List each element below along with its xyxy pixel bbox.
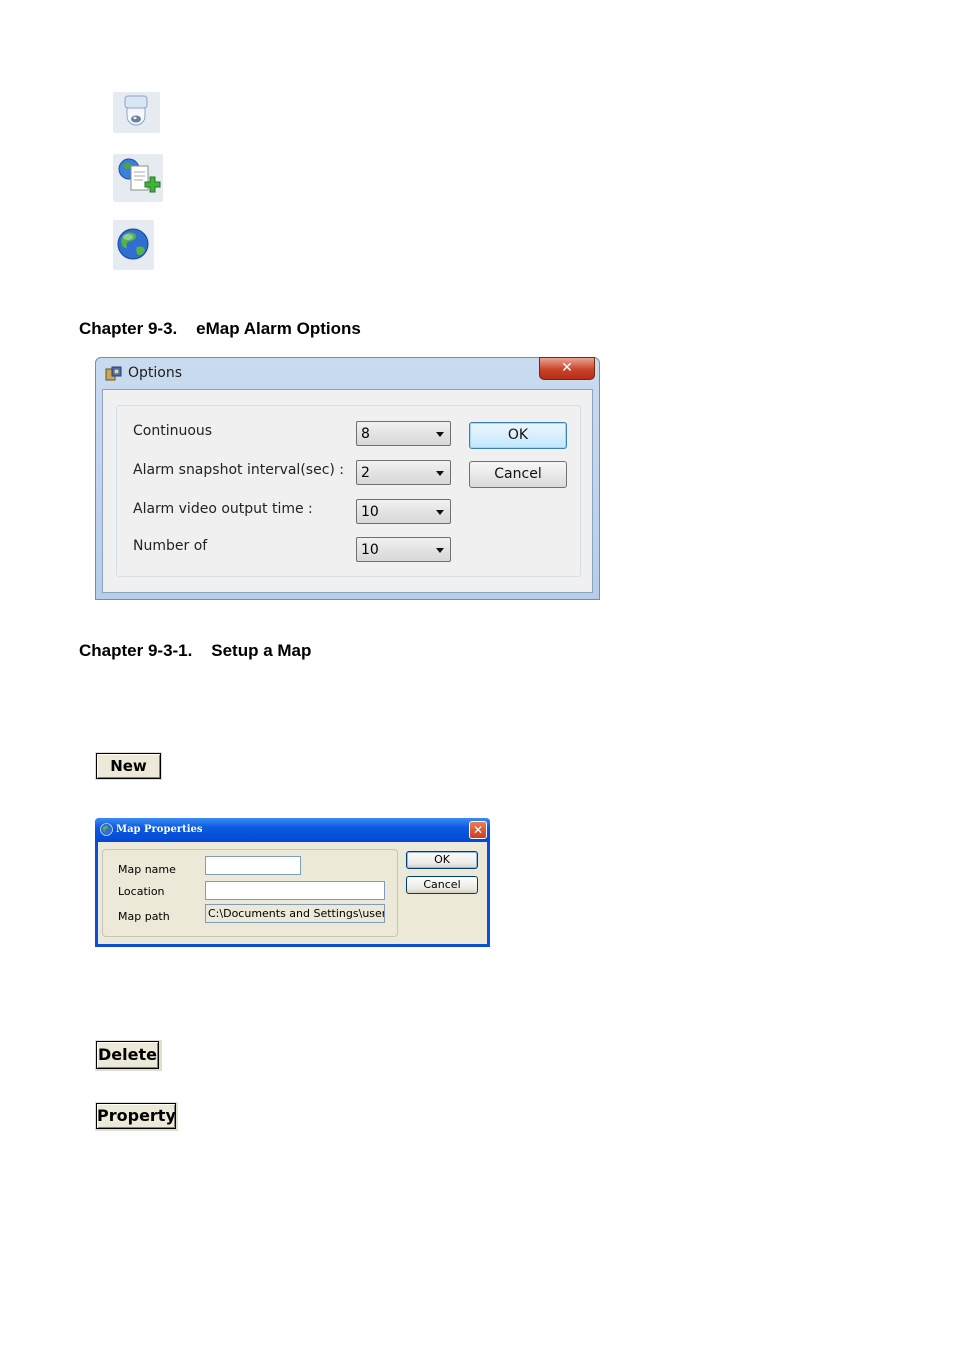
map-properties-title: Map Properties [116, 824, 203, 835]
map-properties-titlebar: Map Properties ✕ [95, 818, 490, 842]
video-output-time-select[interactable]: 10 [356, 499, 451, 524]
options-title: Options [128, 365, 183, 381]
close-icon[interactable]: ✕ [539, 357, 595, 380]
map-properties-group: Map name Location Map path C:\Documents … [102, 849, 398, 937]
continuous-label: Continuous [133, 423, 213, 439]
property-button-frame: Property [95, 1102, 178, 1131]
snapshot-interval-select[interactable]: 2 [356, 460, 451, 485]
delete-button[interactable]: Delete [96, 1041, 159, 1069]
continuous-select-value: 8 [361, 426, 370, 442]
options-dialog: Options ✕ Continuous Alarm snapshot inte… [95, 357, 600, 600]
snapshot-interval-select-value: 2 [361, 465, 370, 481]
map-name-label: Map name [118, 863, 176, 876]
cancel-button[interactable]: Cancel [469, 461, 567, 488]
map-name-field[interactable] [205, 856, 301, 875]
continuous-select[interactable]: 8 [356, 421, 451, 446]
options-app-icon [105, 366, 122, 387]
section-heading-alarm-options: Chapter 9-3. eMap Alarm Options [79, 319, 361, 338]
add-map-icon [113, 154, 163, 202]
chevron-down-icon [436, 432, 444, 437]
snapshot-interval-label: Alarm snapshot interval(sec) : [133, 462, 345, 478]
property-button[interactable]: Property [96, 1103, 176, 1129]
video-output-time-select-value: 10 [361, 504, 379, 520]
globe-icon [100, 823, 113, 841]
new-button[interactable]: New [96, 753, 161, 779]
location-label: Location [118, 885, 165, 898]
video-output-time-label: Alarm video output time : [133, 501, 313, 517]
chevron-down-icon [436, 471, 444, 476]
map-cancel-button[interactable]: Cancel [406, 876, 478, 894]
map-ok-button[interactable]: OK [406, 851, 478, 869]
chevron-down-icon [436, 510, 444, 515]
map-properties-dialog: Map Properties ✕ Map name Location Map p… [95, 818, 490, 947]
globe-icon [113, 220, 154, 270]
number-of-select[interactable]: 10 [356, 537, 451, 562]
delete-button-frame: Delete [95, 1040, 162, 1071]
number-of-label: Number of [133, 538, 208, 554]
camera-icon [113, 92, 160, 133]
options-client-area: Continuous Alarm snapshot interval(sec) … [102, 389, 593, 593]
close-icon[interactable]: ✕ [469, 821, 487, 839]
map-properties-client: Map name Location Map path C:\Documents … [98, 842, 487, 944]
ok-button[interactable]: OK [469, 422, 567, 449]
options-group: Continuous Alarm snapshot interval(sec) … [116, 405, 581, 577]
chevron-down-icon [436, 548, 444, 553]
section-heading-setup-map: Chapter 9-3-1. Setup a Map [79, 641, 312, 660]
location-field[interactable] [205, 881, 385, 900]
number-of-select-value: 10 [361, 542, 379, 558]
new-button-frame: New [95, 752, 162, 780]
map-path-label: Map path [118, 910, 170, 923]
map-path-field[interactable]: C:\Documents and Settings\user [205, 904, 385, 923]
